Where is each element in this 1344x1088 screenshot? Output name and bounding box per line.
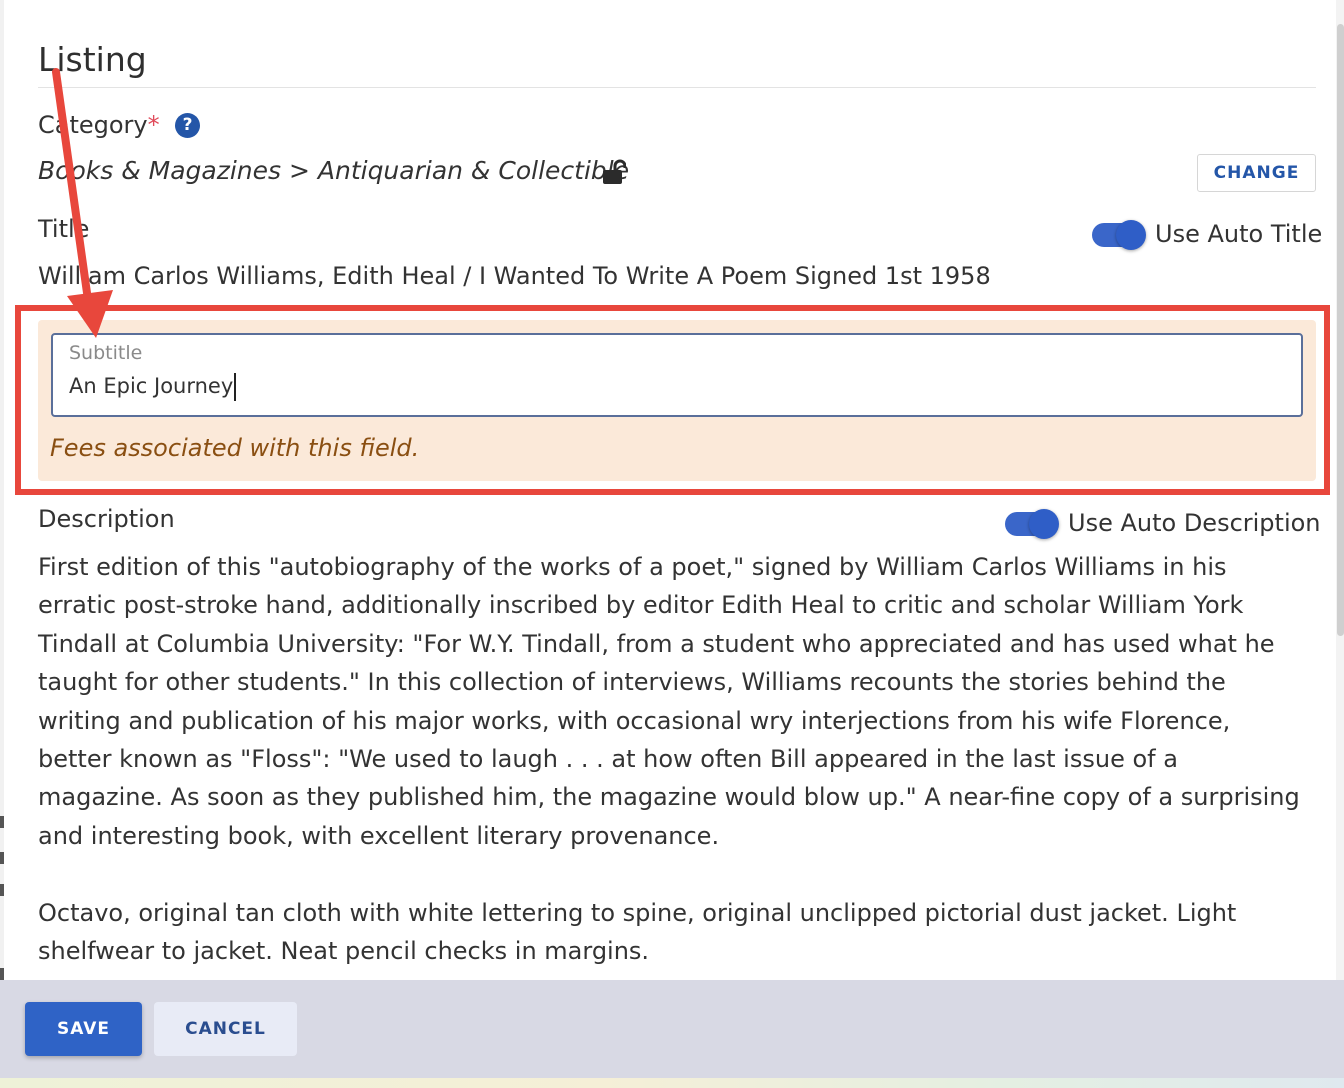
toggle-knob xyxy=(1029,509,1059,539)
annotation-highlight-box xyxy=(15,305,1330,495)
toggle-knob xyxy=(1116,220,1146,250)
category-label: Category* xyxy=(38,111,160,139)
unlock-icon[interactable] xyxy=(602,159,626,185)
cancel-button[interactable]: CANCEL xyxy=(154,1002,297,1056)
section-heading: Listing xyxy=(38,40,147,79)
category-label-text: Category xyxy=(38,111,148,139)
listing-page: Listing Category* ? Books & Magazines > … xyxy=(0,0,1344,1088)
left-edge-mark xyxy=(0,852,4,864)
left-edge-mark xyxy=(0,884,4,896)
description-paragraph: First edition of this "autobiography of … xyxy=(38,553,1300,850)
scrollbar-thumb[interactable] xyxy=(1337,24,1344,636)
auto-title-label: Use Auto Title xyxy=(1155,220,1323,248)
description-paragraph: Octavo, original tan cloth with white le… xyxy=(38,898,1237,966)
title-value: William Carlos Williams, Edith Heal / I … xyxy=(38,262,991,290)
title-label: Title xyxy=(38,215,90,243)
description-text[interactable]: First edition of this "autobiography of … xyxy=(38,548,1308,1009)
category-path: Books & Magazines > Antiquarian & Collec… xyxy=(38,156,630,185)
change-category-button[interactable]: CHANGE xyxy=(1197,154,1316,192)
auto-description-label: Use Auto Description xyxy=(1068,509,1321,537)
bottom-strip xyxy=(0,1078,1344,1088)
save-button[interactable]: SAVE xyxy=(25,1002,142,1056)
left-edge-mark xyxy=(0,968,4,980)
description-label: Description xyxy=(38,505,175,533)
auto-description-toggle[interactable] xyxy=(1005,509,1059,539)
heading-divider xyxy=(38,87,1316,88)
question-circle-icon[interactable]: ? xyxy=(175,113,200,138)
left-edge-mark xyxy=(0,816,4,828)
auto-title-toggle[interactable] xyxy=(1092,220,1146,250)
left-edge xyxy=(0,0,4,1088)
required-marker: * xyxy=(147,111,160,139)
